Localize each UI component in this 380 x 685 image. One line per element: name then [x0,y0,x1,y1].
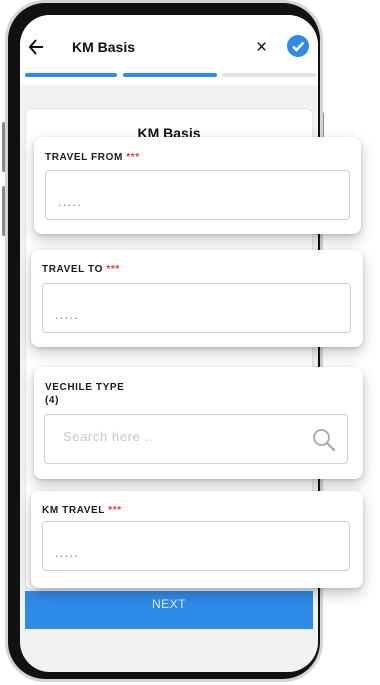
next-button[interactable]: NEXT [25,591,313,629]
back-arrow-icon[interactable] [28,37,44,57]
required-marker: *** [126,152,140,163]
step-indicator-3 [222,73,316,77]
vehicle-type-label: VECHILE TYPE (4) [45,382,125,406]
km-travel-label: KM TRAVEL *** [42,505,122,516]
step-indicator-1 [25,73,117,77]
km-travel-input[interactable]: ..... [42,521,350,571]
travel-to-placeholder: ..... [55,308,80,322]
travel-to-label: TRAVEL TO *** [42,264,120,275]
close-icon[interactable]: × [256,38,267,57]
km-travel-placeholder: ..... [55,546,80,560]
travel-from-label: TRAVEL FROM *** [45,152,140,163]
confirm-check-icon[interactable] [287,35,309,57]
km-travel-card: KM TRAVEL *** ..... [31,491,363,588]
step-indicator-2 [123,73,217,77]
required-marker: *** [108,505,122,516]
travel-from-placeholder: ..... [58,195,83,209]
travel-from-card: TRAVEL FROM *** ..... [34,137,361,234]
search-icon[interactable] [311,427,337,453]
page-title: KM Basis [72,39,136,55]
travel-to-card: TRAVEL TO *** ..... [31,250,363,347]
app-header: KM Basis × [20,15,318,85]
travel-to-input[interactable]: ..... [42,283,351,333]
travel-from-input[interactable]: ..... [45,170,350,220]
required-marker: *** [106,264,120,275]
vehicle-search-placeholder: Search here .. [63,429,154,444]
vehicle-type-count: (4) [45,395,60,406]
vehicle-search-input[interactable]: Search here .. [44,414,348,464]
vehicle-type-card: VECHILE TYPE (4) Search here .. [34,367,363,479]
